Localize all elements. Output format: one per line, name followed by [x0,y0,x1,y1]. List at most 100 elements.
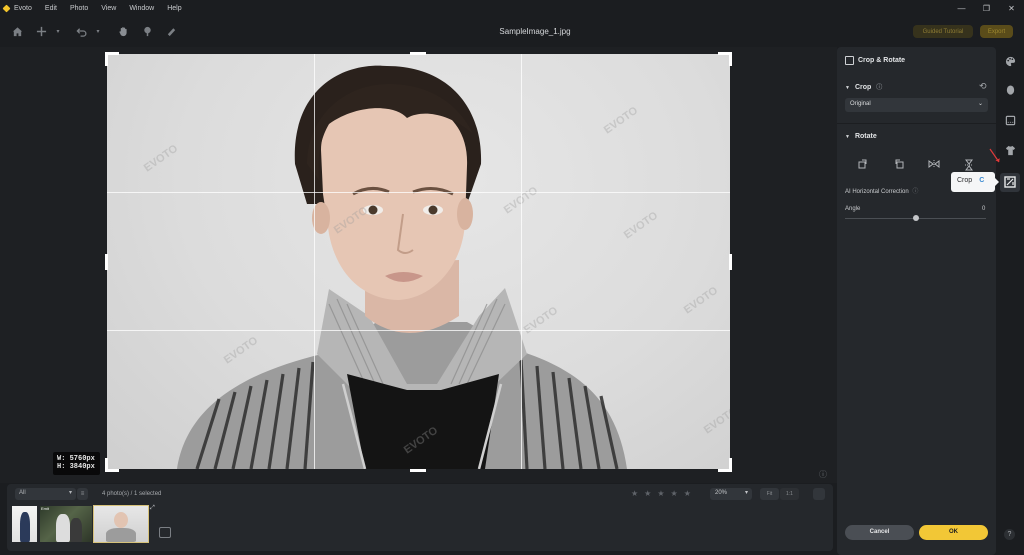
svg-text:EVOTO: EVOTO [702,404,730,436]
guided-tutorial-button[interactable]: Guided Tutorial [913,25,973,38]
crop-edge-handle-top[interactable] [410,52,426,55]
photo-thumbnail[interactable] [12,506,37,542]
crop-grid-line [521,54,522,469]
thumbnail-figure [56,514,70,542]
menu-window[interactable]: Window [129,5,154,12]
crop-edge-handle-right[interactable] [729,254,732,270]
file-name-title: SampleImage_1.jpg [499,27,571,36]
ai-horizontal-correction-text: AI Horizontal Correction [845,189,909,195]
clothing-icon[interactable] [1004,145,1016,157]
rotate-section-label: Rotate [854,133,877,140]
menu-edit[interactable]: Edit [45,5,57,12]
photo-count-label: 4 photo(s) / 1 selected [102,491,162,497]
help-circle-icon[interactable]: ⓘ [912,189,918,195]
svg-text:EVOTO: EVOTO [222,334,261,366]
filmstrip-panel: All ▾ ≡ 4 photo(s) / 1 selected ★ ★ ★ ★ … [7,484,833,551]
reset-icon[interactable]: ⟲ [979,81,987,92]
collapse-triangle-icon: ▼ [845,85,850,91]
angle-slider-handle[interactable] [913,215,919,221]
maximize-button[interactable]: ❐ [974,0,999,16]
rotate-section-header[interactable]: ▼ Rotate [845,133,877,140]
ai-horizontal-correction-label[interactable]: AI Horizontal Correction ⓘ [845,186,918,195]
crop-section-header[interactable]: ▼ Crop ⓘ [845,82,882,91]
thumbnail-figure [70,518,82,542]
chevron-down-icon: ▾ [744,490,748,496]
menu-evoto[interactable]: Evoto [14,5,32,12]
star-icon[interactable]: ★ [644,489,651,498]
svg-text:EVOTO: EVOTO [622,209,661,241]
photo-thumbnail-selected[interactable] [93,505,149,543]
add-photo-icon[interactable] [159,527,171,538]
palette-icon[interactable] [1004,56,1016,68]
compare-view-button[interactable] [813,488,825,500]
panel-title: Crop & Rotate [858,57,906,64]
minimize-button[interactable]: — [949,0,974,16]
crop-section-label: Crop [854,84,872,91]
help-icon[interactable]: ? [1004,529,1015,540]
photo-thumbnail[interactable] [40,506,92,542]
crop-edge-handle-bottom[interactable] [410,469,426,472]
menu-help[interactable]: Help [167,5,181,12]
svg-text:EVOTO: EVOTO [142,142,181,174]
crop-corner-handle-br[interactable] [729,458,732,472]
rotate-right-icon[interactable] [893,159,905,171]
fit-button[interactable]: Fit [760,488,779,500]
aspect-ratio-select[interactable]: Original ⌄ [845,98,988,112]
image-dimensions-overlay: W: 5760px H: 3840px [53,452,100,475]
filter-options-button[interactable]: ≡ [77,488,88,500]
tooltip-shortcut-key: C [979,177,985,184]
star-icon[interactable]: ★ [671,489,678,498]
star-icon[interactable]: ★ [684,489,691,498]
help-circle-icon[interactable]: ⓘ [876,85,882,91]
image-width-label: W: 5760px [57,455,95,463]
thumbnail-figure [106,528,136,542]
menu-bar: Evoto Edit Photo View Window Help [0,0,1024,16]
crop-corner-handle-tl[interactable] [105,52,108,66]
menu-view[interactable]: View [101,5,116,12]
cancel-button[interactable]: Cancel [845,525,914,540]
photo-filter-value: All [19,490,26,496]
crop-tooltip: Crop C [951,172,995,192]
crop-rotate-icon [845,56,854,65]
thumbnail-face [114,512,128,528]
svg-text:EVOTO: EVOTO [682,284,721,316]
thumbnail-figure [20,512,30,542]
image-height-label: H: 3840px [57,463,95,471]
app-logo-icon [2,4,11,12]
tooltip-label: Crop [957,177,973,184]
portrait-image: EVOTO EVOTO EVOTO EVOTO EVOTO EVOTO EVOT… [142,65,730,469]
rotate-left-icon[interactable] [857,159,869,171]
menu-photo[interactable]: Photo [70,5,88,12]
close-button[interactable]: ✕ [999,0,1024,16]
thumbnail-tag: Emit [41,506,49,511]
zoom-select[interactable]: 20% ▾ [710,488,752,500]
crop-corner-handle-tr[interactable] [729,52,732,66]
photo-preview[interactable]: EVOTO EVOTO EVOTO EVOTO EVOTO EVOTO EVOT… [107,54,730,469]
expand-icon[interactable]: ⤢ [150,505,155,512]
chevron-down-icon: ▾ [68,490,72,496]
photo-filter-select[interactable]: All ▾ [15,488,76,500]
export-button[interactable]: Export [980,25,1013,38]
tool-rail [996,47,1024,555]
crop-corner-handle-bl[interactable] [105,458,108,472]
window-controls: — ❐ ✕ [949,0,1024,16]
ok-button[interactable]: OK [919,525,988,540]
crop-rotate-tool-icon[interactable] [1004,176,1016,188]
one-to-one-button[interactable]: 1:1 [780,488,799,500]
star-rating[interactable]: ★ ★ ★ ★ ★ [631,489,691,498]
info-icon[interactable]: ⓘ [819,469,827,480]
star-icon[interactable]: ★ [631,489,638,498]
aspect-ratio-value: Original [850,101,871,107]
tooltip-arrow [995,178,999,186]
section-divider [837,123,996,124]
star-icon[interactable]: ★ [657,489,664,498]
crop-grid-line [107,192,730,193]
crop-edge-handle-left[interactable] [105,254,108,270]
zoom-value: 20% [715,490,728,496]
collapse-triangle-icon: ▼ [845,134,850,140]
background-icon[interactable] [1004,115,1016,127]
angle-value[interactable]: 0 [982,206,985,212]
flip-horizontal-icon[interactable] [928,159,940,171]
face-retouch-icon[interactable] [1004,85,1016,97]
flip-vertical-icon[interactable] [963,159,975,171]
